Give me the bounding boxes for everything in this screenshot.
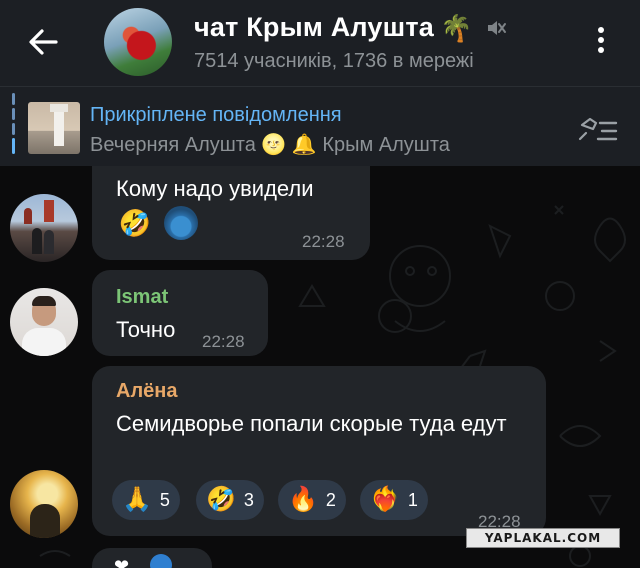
message-bubble[interactable]: ❤ [92, 548, 212, 568]
more-menu-button[interactable] [590, 24, 612, 62]
reaction-chip[interactable]: 🔥 2 [278, 480, 346, 520]
sender-name[interactable]: Ismat [116, 286, 168, 309]
reaction-count: 2 [325, 489, 336, 510]
avatar[interactable] [10, 470, 78, 538]
reaction-emoji: ❤️‍🔥 [370, 486, 400, 513]
palm-emoji: 🌴 [439, 12, 473, 43]
message-bubble[interactable]: Ismat Точно 22:28 [92, 270, 268, 356]
chat-header: чат Крым Алушта 🌴 7514 учасників, 1736 в… [0, 0, 640, 86]
message-time: 22:28 [202, 332, 245, 351]
pinned-text: Вечерняя Алушта 🌝 🔔 Крым Алушта [90, 134, 450, 156]
pinned-title: Прикріплене повідомлення [90, 104, 342, 126]
chat-subtitle: 7514 учасників, 1736 в мережі [194, 50, 474, 72]
reaction-chip[interactable]: 🙏 5 [112, 480, 180, 520]
pinned-message-bar[interactable]: Прикріплене повідомлення Вечерняя Алушта… [0, 86, 640, 166]
message-text: Семидворье попали скорые туда едут [116, 411, 507, 436]
reaction-count: 5 [159, 489, 170, 510]
heart-emoji: ❤ [114, 556, 130, 568]
message-bubble[interactable]: Кому надо увидели 🤣 22:28 [92, 166, 370, 260]
chat-avatar[interactable] [104, 8, 172, 76]
message-bubble[interactable]: Алёна Семидворье попали скорые туда едут… [92, 366, 546, 536]
chat-title-row[interactable]: чат Крым Алушта 🌴 [194, 12, 508, 43]
avatar[interactable] [10, 288, 78, 356]
pinned-list-button[interactable] [576, 109, 620, 149]
reaction-chip[interactable]: ❤️‍🔥 1 [360, 480, 428, 520]
reaction-emoji: 🙏 [122, 486, 152, 513]
reaction-avatar [150, 554, 172, 568]
reaction-chip[interactable]: 🤣 [118, 206, 152, 240]
watermark: YAPLAKAL.COM [466, 528, 620, 548]
reaction-emoji: 🤣 [206, 486, 236, 513]
reaction-chip[interactable]: 🤣 3 [196, 480, 264, 520]
chat-messages-area[interactable]: Кому надо увидели 🤣 22:28 Ismat Точно 22… [0, 166, 640, 568]
back-button[interactable] [18, 20, 68, 64]
message-text: Точно [116, 317, 176, 342]
avatar[interactable] [10, 194, 78, 262]
arrow-left-icon [29, 29, 58, 55]
reaction-emoji: 🔥 [288, 486, 318, 513]
reaction-avatar[interactable] [164, 206, 198, 240]
reaction-emoji: 🤣 [118, 207, 152, 238]
pinned-thumbnail [28, 102, 80, 154]
more-vert-icon [590, 27, 612, 53]
reaction-count: 1 [407, 489, 418, 510]
pinned-list-icon [578, 117, 618, 141]
message-time: 22:28 [302, 232, 345, 251]
reaction-count: 3 [243, 489, 254, 510]
muted-speaker-icon [488, 20, 507, 35]
message-text: Кому надо увидели [116, 176, 314, 201]
sender-name[interactable]: Алёна [116, 380, 177, 403]
chat-title: чат Крым Алушта [194, 12, 434, 42]
pinned-indicator [12, 93, 16, 159]
